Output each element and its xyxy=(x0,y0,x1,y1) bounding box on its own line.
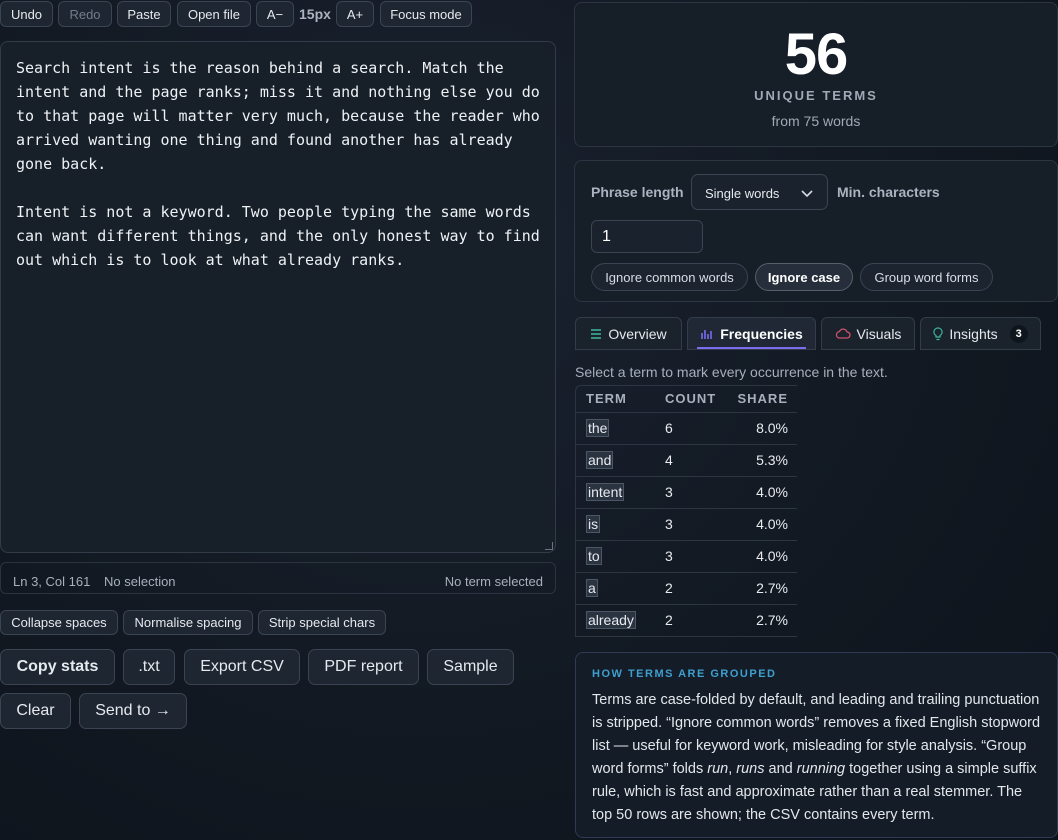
tab-frequencies[interactable]: Frequencies xyxy=(687,317,816,350)
phrase-length-select[interactable]: Single words xyxy=(691,174,828,210)
tab-insights[interactable]: Insights 3 xyxy=(920,317,1041,350)
ignore-common-words-toggle[interactable]: Ignore common words xyxy=(591,263,748,291)
min-characters-label: Min. characters xyxy=(837,184,940,200)
note-separator: and xyxy=(764,761,797,777)
normalise-spacing-button[interactable]: Normalise spacing xyxy=(123,610,253,635)
status-bar: Ln 3, Col 161 No selection No term selec… xyxy=(0,562,556,594)
phrase-length-value: Single words xyxy=(705,186,780,201)
editor-paragraph-1: Search intent is the reason behind a sea… xyxy=(16,59,549,173)
table-row[interactable]: is 3 4.0% xyxy=(576,508,797,541)
grouping-info-panel: HOW TERMS ARE GROUPED Terms are case-fol… xyxy=(575,652,1058,838)
active-tab-indicator xyxy=(697,347,806,349)
count-cell: 3 xyxy=(655,540,725,573)
export-csv-button[interactable]: Export CSV xyxy=(184,649,300,685)
strip-special-chars-button[interactable]: Strip special chars xyxy=(258,610,386,635)
table-row[interactable]: and 4 5.3% xyxy=(576,444,797,477)
tab-visuals-label: Visuals xyxy=(856,325,902,342)
resize-handle[interactable] xyxy=(545,542,553,550)
share-cell: 4.0% xyxy=(725,476,797,509)
term-cell[interactable]: the xyxy=(586,419,610,437)
table-header-row: TERM COUNT SHARE xyxy=(576,386,797,413)
text-editor[interactable]: Search intent is the reason behind a sea… xyxy=(0,41,556,553)
frequency-table: TERM COUNT SHARE the 6 8.0% and 4 5.3% i… xyxy=(575,385,797,637)
count-cell: 3 xyxy=(655,476,725,509)
editor-paragraph-2: Intent is not a keyword. Two people typi… xyxy=(16,203,549,269)
count-cell: 2 xyxy=(655,572,725,605)
chevron-down-icon xyxy=(801,190,813,198)
pdf-report-button[interactable]: PDF report xyxy=(308,649,419,685)
bar-chart-icon xyxy=(701,329,713,339)
collapse-spaces-button[interactable]: Collapse spaces xyxy=(0,610,118,635)
list-icon xyxy=(591,328,602,339)
open-file-button[interactable]: Open file xyxy=(177,1,251,27)
column-header-count: COUNT xyxy=(655,386,725,413)
note-example-word: runs xyxy=(736,761,765,777)
sample-button[interactable]: Sample xyxy=(427,649,514,685)
font-smaller-button[interactable]: A− xyxy=(256,1,294,27)
tab-overview[interactable]: Overview xyxy=(575,317,682,350)
font-larger-button[interactable]: A+ xyxy=(336,1,374,27)
cursor-position: Ln 3, Col 161 xyxy=(13,574,91,589)
count-cell: 3 xyxy=(655,508,725,541)
options-panel: Phrase length Single words Min. characte… xyxy=(574,160,1058,302)
grouping-info-title: HOW TERMS ARE GROUPED xyxy=(592,668,777,680)
cloud-icon xyxy=(835,328,851,339)
copy-stats-button[interactable]: Copy stats xyxy=(0,649,115,685)
term-cell[interactable]: to xyxy=(586,547,602,565)
count-cell: 6 xyxy=(655,412,725,445)
insights-count-badge: 3 xyxy=(1009,324,1028,343)
min-characters-input[interactable]: 1 xyxy=(591,220,703,253)
share-cell: 4.0% xyxy=(725,540,797,573)
frequencies-hint: Select a term to mark every occurrence i… xyxy=(575,364,888,380)
group-word-forms-toggle[interactable]: Group word forms xyxy=(860,263,993,291)
phrase-length-label: Phrase length xyxy=(591,184,684,200)
clear-button[interactable]: Clear xyxy=(0,693,71,729)
term-selected-status: No term selected xyxy=(444,574,543,589)
redo-button[interactable]: Redo xyxy=(58,1,112,27)
share-cell: 5.3% xyxy=(725,444,797,477)
term-cell[interactable]: is xyxy=(586,515,601,533)
share-cell: 2.7% xyxy=(725,572,797,605)
term-cell[interactable]: intent xyxy=(586,483,625,501)
table-row[interactable]: already 2 2.7% xyxy=(576,604,797,637)
lightbulb-icon xyxy=(933,326,944,340)
send-to-button[interactable]: Send to → xyxy=(79,693,187,729)
export-txt-button[interactable]: .txt xyxy=(123,649,175,685)
count-cell: 2 xyxy=(655,604,725,637)
focus-mode-button[interactable]: Focus mode xyxy=(380,1,472,27)
table-row[interactable]: intent 3 4.0% xyxy=(576,476,797,509)
share-cell: 4.0% xyxy=(725,508,797,541)
font-size-readout: 15px xyxy=(299,6,331,22)
table-row[interactable]: to 3 4.0% xyxy=(576,540,797,573)
grouping-info-body: Terms are case-folded by default, and le… xyxy=(592,689,1041,827)
term-cell[interactable]: already xyxy=(586,611,636,629)
note-example-word: run xyxy=(707,761,729,777)
undo-button[interactable]: Undo xyxy=(0,1,53,27)
tab-overview-label: Overview xyxy=(608,325,667,342)
share-cell: 8.0% xyxy=(725,412,797,445)
table-row[interactable]: the 6 8.0% xyxy=(576,412,797,445)
note-example-word: running xyxy=(796,761,846,777)
unique-terms-count: 56 xyxy=(784,22,849,87)
tab-frequencies-label: Frequencies xyxy=(720,325,803,342)
count-cell: 4 xyxy=(655,444,725,477)
term-cell[interactable]: and xyxy=(586,451,614,469)
tab-insights-label: Insights xyxy=(949,325,998,342)
term-cell[interactable]: a xyxy=(586,579,598,597)
word-count-label: from 75 words xyxy=(771,113,861,129)
selection-status: No selection xyxy=(104,574,176,589)
column-header-share: SHARE xyxy=(725,386,797,413)
ignore-case-toggle[interactable]: Ignore case xyxy=(755,263,853,291)
table-row[interactable]: a 2 2.7% xyxy=(576,572,797,605)
tab-visuals[interactable]: Visuals xyxy=(821,317,915,350)
unique-terms-label: UNIQUE TERMS xyxy=(754,88,878,103)
summary-panel: 56 UNIQUE TERMS from 75 words xyxy=(574,2,1058,147)
paste-button[interactable]: Paste xyxy=(117,1,171,27)
share-cell: 2.7% xyxy=(725,604,797,637)
column-header-term: TERM xyxy=(576,386,655,413)
